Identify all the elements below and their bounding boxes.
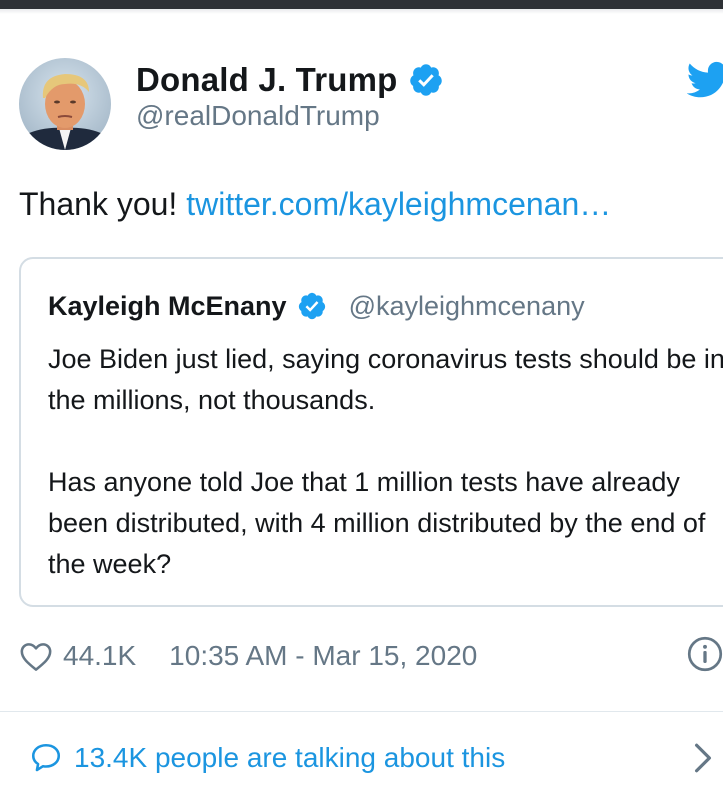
tweet-timestamp[interactable]: 10:35 AM - Mar 15, 2020 — [169, 640, 477, 672]
twitter-bird-icon[interactable] — [687, 60, 723, 100]
divider — [0, 711, 723, 712]
author-name-row[interactable]: Donald J. Trump — [136, 55, 444, 105]
quoted-tweet-card[interactable]: Kayleigh McEnany @kayleighmcenany Joe Bi… — [19, 257, 723, 607]
tweet-text: Thank you! twitter.com/kayleighmcenan… — [19, 186, 611, 223]
verified-badge-icon — [298, 292, 325, 320]
quoted-paragraph-2: Has anyone told Joe that 1 million tests… — [48, 467, 706, 579]
quoted-paragraph-1: Joe Biden just lied, saying coronavirus … — [48, 344, 723, 415]
author-display-name[interactable]: Donald J. Trump — [136, 61, 398, 99]
conversation-label[interactable]: 13.4K people are talking about this — [74, 742, 505, 774]
heart-icon[interactable] — [19, 640, 53, 672]
speech-bubble-icon — [31, 743, 61, 772]
top-bar-shadow — [0, 9, 723, 14]
author-handle[interactable]: @realDonaldTrump — [136, 100, 380, 132]
quoted-display-name: Kayleigh McEnany — [48, 290, 287, 321]
author-avatar[interactable] — [19, 58, 111, 150]
avatar-image — [19, 58, 111, 150]
tweet-text-content: Thank you! — [19, 186, 178, 222]
like-count[interactable]: 44.1K — [63, 640, 136, 672]
verified-badge-icon — [409, 64, 442, 96]
quoted-tweet-body: Joe Biden just lied, saying coronavirus … — [48, 339, 723, 585]
info-icon[interactable] — [687, 636, 723, 672]
conversation-link[interactable]: 13.4K people are talking about this — [28, 738, 713, 778]
top-bar — [0, 0, 723, 9]
quoted-tweet-header: Kayleigh McEnany @kayleighmcenany — [48, 287, 585, 325]
chevron-right-icon[interactable] — [693, 742, 713, 774]
tweet-link[interactable]: twitter.com/kayleighmcenan… — [186, 186, 611, 222]
tweet-stats-row: 44.1K 10:35 AM - Mar 15, 2020 — [19, 636, 723, 676]
quoted-handle: @kayleighmcenany — [348, 290, 585, 321]
